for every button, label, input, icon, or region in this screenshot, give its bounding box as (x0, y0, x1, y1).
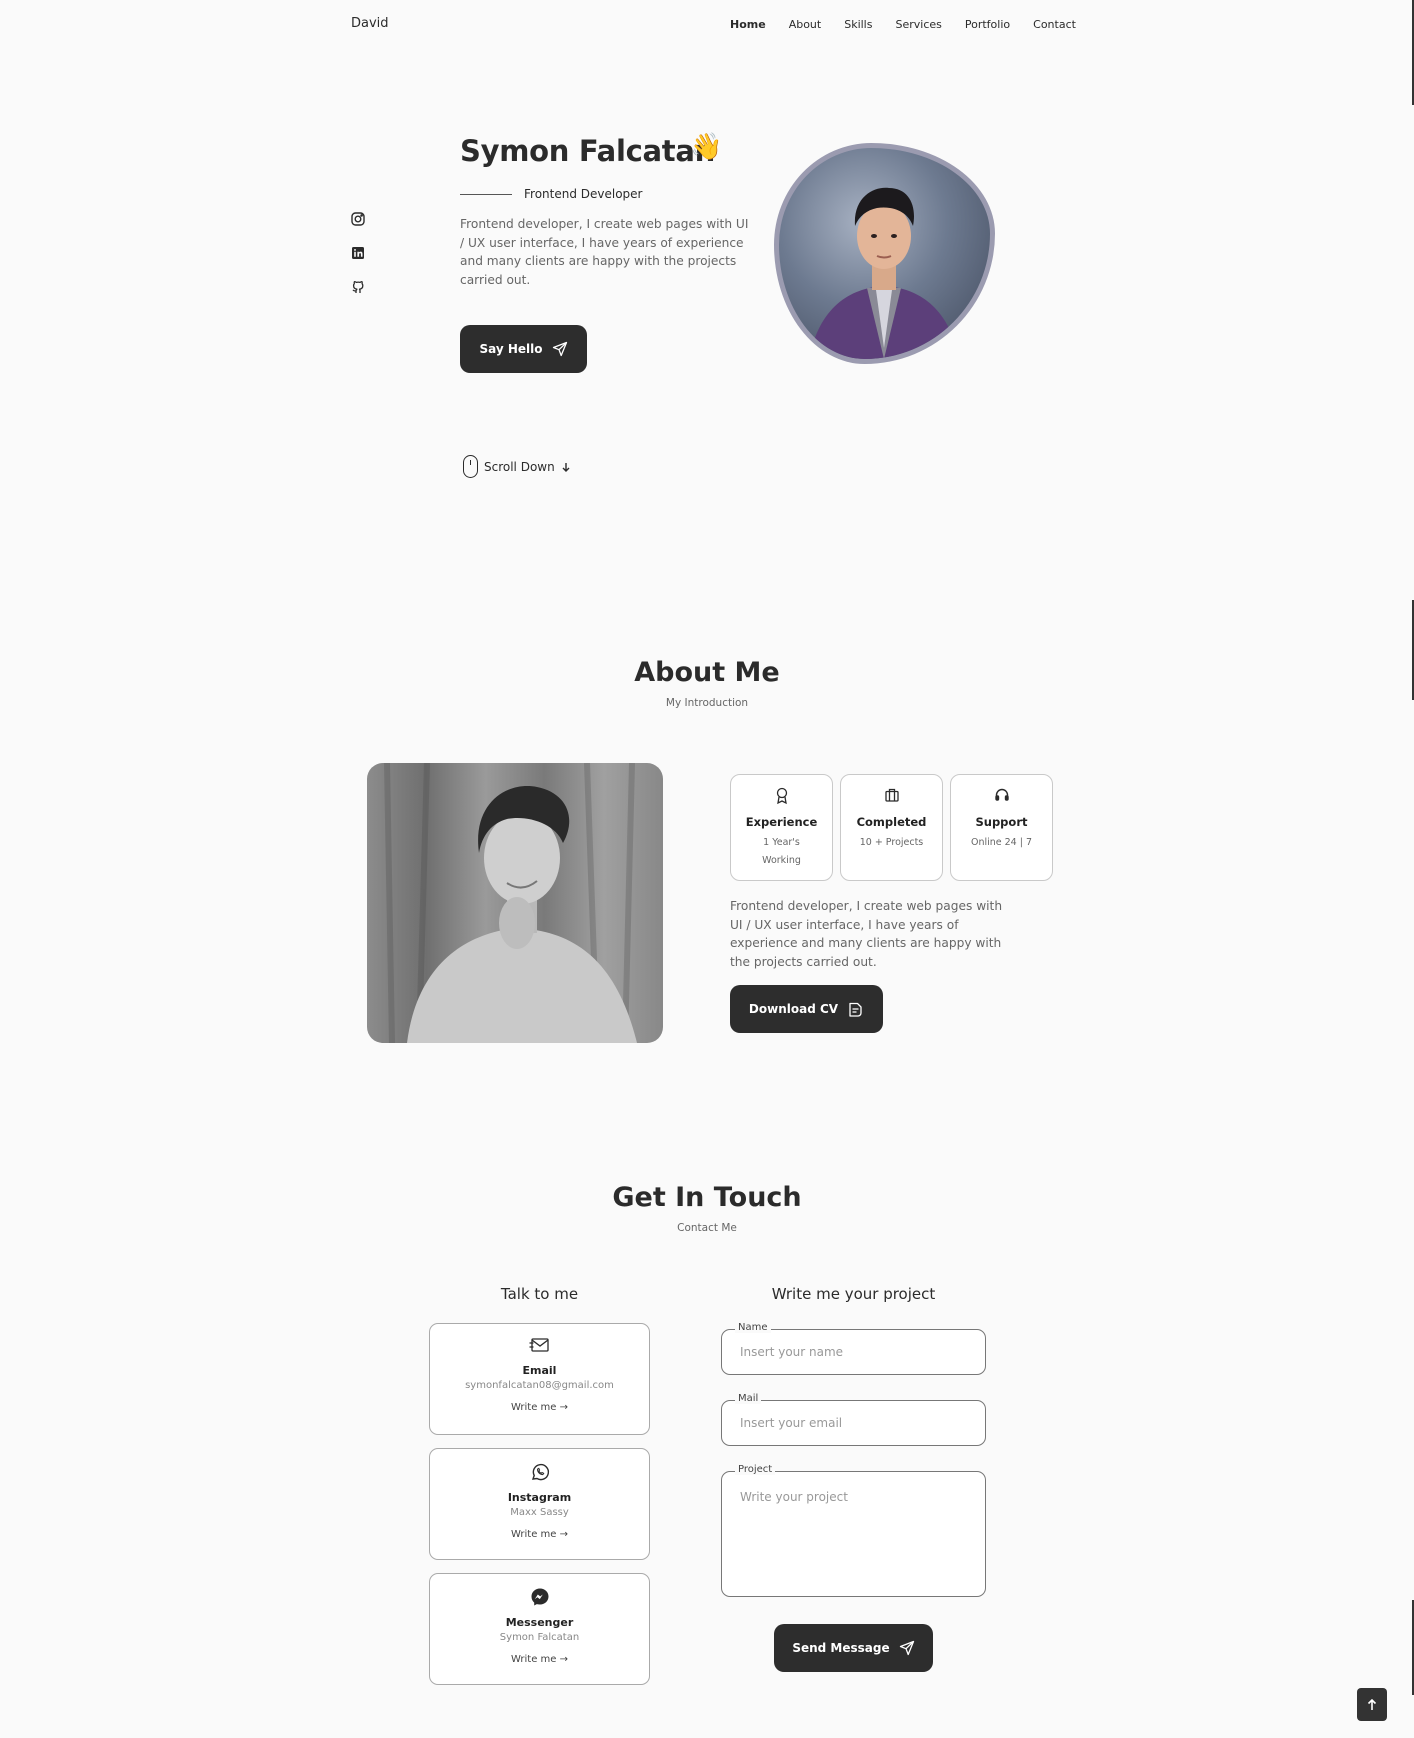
nav-services[interactable]: Services (895, 18, 941, 31)
email-write-me-link[interactable]: Write me → (430, 1402, 649, 1413)
hero-description: Frontend developer, I create web pages w… (460, 217, 749, 287)
completed-card: Completed 10 + Projects (840, 774, 943, 881)
send-icon (552, 341, 567, 357)
github-icon[interactable] (350, 279, 366, 295)
file-icon (849, 1002, 862, 1017)
award-icon (731, 787, 832, 805)
write-me-label: Write me (510, 1654, 557, 1665)
email-card: Email symonfalcatan08@gmail.com Write me… (429, 1323, 650, 1435)
messenger-title: Messenger (505, 1616, 574, 1629)
arrow-right-icon: → (559, 1654, 569, 1665)
experience-value: 1 Year's Working (762, 837, 801, 866)
arrow-down-icon (562, 462, 570, 472)
email-value: symonfalcatan08@gmail.com (465, 1380, 614, 1391)
email-input[interactable] (722, 1401, 985, 1445)
messenger-icon (430, 1587, 649, 1611)
mail-label: Mail (735, 1393, 762, 1404)
say-hello-button[interactable]: Say Hello (460, 325, 587, 373)
email-title: Email (522, 1364, 557, 1377)
contact-title: Get In Touch (612, 1182, 802, 1213)
send-icon (899, 1640, 914, 1656)
send-message-label: Send Message (792, 1641, 890, 1655)
about-title: About Me (634, 657, 780, 688)
download-cv-button[interactable]: Download CV (730, 985, 883, 1033)
main-nav: Home About Skills Services Portfolio Con… (730, 18, 1099, 31)
nav-contact[interactable]: Contact (1033, 18, 1076, 31)
email-icon (430, 1337, 649, 1359)
mouse-icon (463, 455, 478, 478)
talk-title: Talk to me (500, 1285, 579, 1303)
instagram-value: Maxx Sassy (510, 1507, 569, 1518)
scroll-down-link[interactable]: Scroll Down (463, 455, 571, 478)
project-textarea[interactable] (722, 1472, 985, 1592)
subtitle-divider (460, 194, 512, 195)
arrow-right-icon: → (559, 1402, 569, 1413)
instagram-card: Instagram Maxx Sassy Write me → (429, 1448, 650, 1560)
project-field: Project (721, 1464, 986, 1597)
messenger-write-me-link[interactable]: Write me → (430, 1654, 649, 1665)
instagram-write-me-link[interactable]: Write me → (430, 1529, 649, 1540)
write-title: Write me your project (771, 1285, 936, 1303)
scroll-down-label: Scroll Down (484, 459, 555, 474)
hero-subtitle: Frontend Developer (524, 187, 643, 201)
send-message-button[interactable]: Send Message (774, 1624, 933, 1672)
name-label: Name (735, 1322, 771, 1333)
say-hello-label: Say Hello (479, 342, 543, 356)
hero-name: Symon Falcatan (460, 134, 715, 168)
instagram-title: Instagram (507, 1491, 572, 1504)
messenger-card: Messenger Symon Falcatan Write me → (429, 1573, 650, 1685)
whatsapp-icon (430, 1462, 649, 1486)
instagram-icon[interactable] (350, 211, 366, 227)
download-cv-label: Download CV (748, 1002, 839, 1016)
briefcase-icon (841, 787, 942, 805)
support-value: Online 24 | 7 (970, 837, 1033, 848)
waving-hand-icon: 👋 (690, 132, 723, 162)
about-photo (367, 763, 663, 1043)
messenger-value: Symon Falcatan (499, 1632, 580, 1643)
scroll-to-top-button[interactable] (1357, 1688, 1387, 1721)
site-logo[interactable]: David (351, 16, 389, 31)
nav-about[interactable]: About (789, 18, 822, 31)
write-me-label: Write me (510, 1529, 557, 1540)
write-me-label: Write me (510, 1402, 557, 1413)
completed-title: Completed (856, 815, 927, 829)
arrow-up-icon (1367, 1698, 1377, 1710)
arrow-right-icon: → (559, 1529, 569, 1540)
project-label: Project (735, 1464, 776, 1475)
about-description: Frontend developer, I create web pages w… (730, 899, 1003, 969)
headset-icon (951, 787, 1052, 805)
name-field: Name (721, 1322, 986, 1375)
mail-field: Mail (721, 1393, 986, 1446)
contact-subtitle: Contact Me (677, 1222, 737, 1234)
nav-home[interactable]: Home (730, 18, 766, 31)
experience-card: Experience 1 Year's Working (730, 774, 833, 881)
nav-skills[interactable]: Skills (844, 18, 872, 31)
nav-portfolio[interactable]: Portfolio (965, 18, 1010, 31)
completed-value: 10 + Projects (859, 837, 924, 848)
name-input[interactable] (722, 1330, 985, 1374)
support-card: Support Online 24 | 7 (950, 774, 1053, 881)
profile-photo (774, 143, 995, 364)
experience-title: Experience (745, 815, 818, 829)
support-title: Support (975, 815, 1028, 829)
about-subtitle: My Introduction (665, 697, 749, 709)
linkedin-icon[interactable] (350, 245, 366, 261)
